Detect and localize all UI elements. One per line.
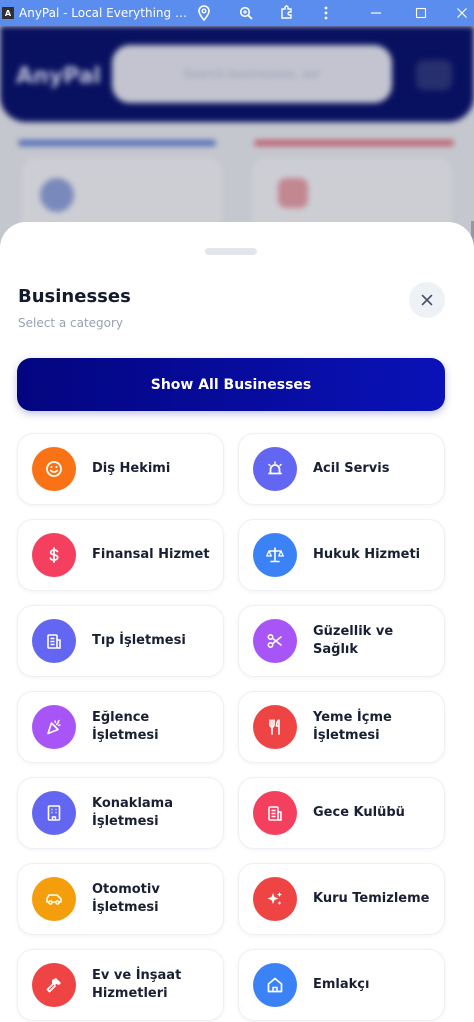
category-card[interactable]: Acil Servis xyxy=(238,433,445,505)
zoom-icon[interactable] xyxy=(234,0,258,26)
dollar-icon xyxy=(32,533,76,577)
close-button[interactable] xyxy=(409,282,445,318)
category-label: Acil Servis xyxy=(313,461,390,476)
window-title: AnyPal - Local Everything Pl... xyxy=(19,6,187,20)
car-icon xyxy=(32,877,76,921)
drag-handle[interactable] xyxy=(205,248,257,255)
utensils-icon xyxy=(253,705,297,749)
category-card[interactable]: Ev ve İnşaat Hizmetleri xyxy=(17,949,224,1021)
category-label: Eğlence İşletmesi xyxy=(92,710,159,743)
category-label: Otomotiv İşletmesi xyxy=(92,882,160,915)
maximize-icon[interactable] xyxy=(409,0,433,26)
category-sheet: Businesses Select a category Show All Bu… xyxy=(0,222,474,1022)
category-card[interactable]: Kuru Temizleme xyxy=(238,863,445,935)
category-card[interactable]: Yeme İçme İşletmesi xyxy=(238,691,445,763)
category-label: Tıp İşletmesi xyxy=(92,633,186,648)
category-label: Konaklama İşletmesi xyxy=(92,796,173,829)
sheet-title: Businesses xyxy=(18,286,131,307)
category-grid: Diş Hekimi Acil Servis Finansal Hizmet H… xyxy=(17,433,445,1021)
category-label: Gece Kulübü xyxy=(313,805,405,820)
category-card[interactable]: Hukuk Hizmeti xyxy=(238,519,445,591)
sparkles-icon xyxy=(253,877,297,921)
sheet-subtitle: Select a category xyxy=(18,316,124,330)
hammer-icon xyxy=(32,963,76,1007)
scale-icon xyxy=(253,533,297,577)
category-label: Finansal Hizmet xyxy=(92,547,210,562)
club-icon xyxy=(253,791,297,835)
window-title-bar: A AnyPal - Local Everything Pl... xyxy=(0,0,474,26)
category-card[interactable]: Otomotiv İşletmesi xyxy=(17,863,224,935)
category-label: Diş Hekimi xyxy=(92,461,171,476)
category-label: Kuru Temizleme xyxy=(313,891,430,906)
category-label: Güzellik ve Sağlık xyxy=(313,624,394,657)
category-card[interactable]: Güzellik ve Sağlık xyxy=(238,605,445,677)
category-label: Emlakçı xyxy=(313,977,370,992)
party-icon xyxy=(32,705,76,749)
category-label: Yeme İçme İşletmesi xyxy=(313,710,392,743)
category-card[interactable]: Emlakçı xyxy=(238,949,445,1021)
hospital-icon xyxy=(32,619,76,663)
hotel-icon xyxy=(32,791,76,835)
minimize-icon[interactable] xyxy=(364,0,388,26)
location-icon[interactable] xyxy=(192,0,216,26)
extensions-icon[interactable] xyxy=(275,0,299,26)
smile-icon xyxy=(32,447,76,491)
category-card[interactable]: Diş Hekimi xyxy=(17,433,224,505)
close-window-icon[interactable] xyxy=(450,0,474,26)
app-icon: A xyxy=(2,7,14,19)
home-icon xyxy=(253,963,297,1007)
category-label: Hukuk Hizmeti xyxy=(313,547,421,562)
close-icon xyxy=(421,294,433,306)
more-icon[interactable] xyxy=(314,0,338,26)
category-label: Ev ve İnşaat Hizmetleri xyxy=(92,968,182,1001)
category-card[interactable]: Eğlence İşletmesi xyxy=(17,691,224,763)
siren-icon xyxy=(253,447,297,491)
category-card[interactable]: Finansal Hizmet xyxy=(17,519,224,591)
category-card[interactable]: Konaklama İşletmesi xyxy=(17,777,224,849)
category-card[interactable]: Gece Kulübü xyxy=(238,777,445,849)
scissors-icon xyxy=(253,619,297,663)
category-card[interactable]: Tıp İşletmesi xyxy=(17,605,224,677)
show-all-businesses-button[interactable]: Show All Businesses xyxy=(17,358,445,411)
